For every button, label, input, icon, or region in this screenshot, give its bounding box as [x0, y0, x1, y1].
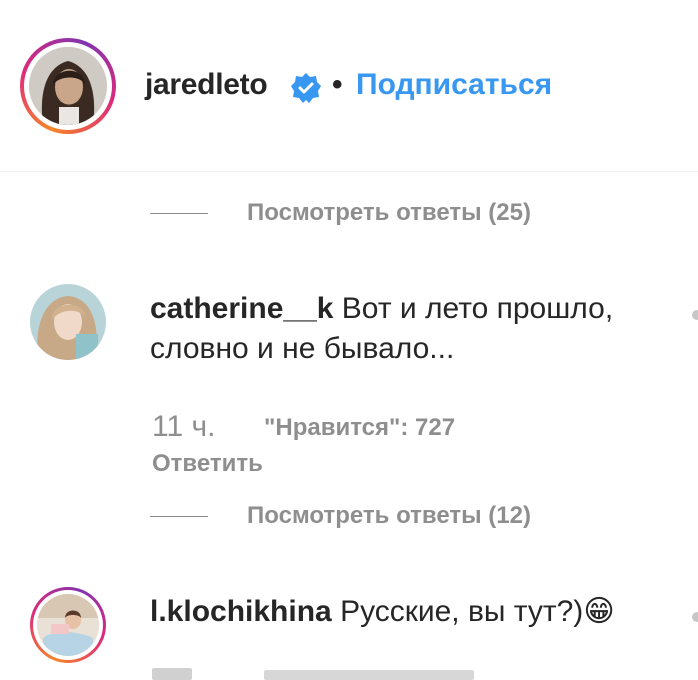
header-avatar-story-ring[interactable] [20, 38, 116, 134]
verified-badge-icon [291, 73, 321, 103]
comment-time-partial [152, 668, 192, 680]
avatar[interactable] [30, 284, 106, 360]
comment-time: 11 ч. [152, 410, 216, 443]
comment-body: Русские, вы тут?) [340, 595, 584, 628]
replies-line [150, 516, 208, 517]
header-avatar-frame [24, 42, 112, 130]
avatar-story-ring[interactable] [30, 587, 106, 663]
comment-likes-partial [264, 670, 474, 680]
comment-username[interactable]: l.klochikhina [150, 595, 332, 628]
replies-line [150, 213, 208, 214]
comment-body-line1: Вот и лето прошло, [341, 292, 614, 325]
avatar-frame [33, 590, 103, 660]
header-separator: • [332, 68, 343, 101]
comment-username[interactable]: catherine__k [150, 292, 333, 325]
avatar-photo [29, 47, 107, 125]
avatar[interactable] [37, 594, 99, 656]
header-username[interactable]: jaredleto [145, 68, 268, 102]
comment-text: l.klochikhina Русские, вы тут?)😁 [150, 592, 670, 632]
avatar[interactable] [29, 47, 107, 125]
header-divider [0, 171, 698, 172]
comment-text: catherine__k Вот и лето прошло, словно и… [150, 289, 670, 369]
avatar-photo [37, 594, 99, 656]
comment-likes[interactable]: "Нравится": 727 [264, 414, 455, 442]
heart-icon[interactable] [692, 612, 698, 622]
comment-body-line2: словно и не бывало... [150, 332, 455, 365]
follow-button[interactable]: Подписаться [356, 68, 552, 102]
avatar-photo [30, 284, 106, 360]
heart-icon[interactable] [692, 310, 698, 320]
grin-emoji-icon: 😁 [583, 595, 615, 628]
view-replies-button[interactable]: Посмотреть ответы (12) [247, 502, 531, 530]
view-replies-button[interactable]: Посмотреть ответы (25) [247, 199, 531, 227]
reply-button[interactable]: Ответить [152, 450, 263, 478]
